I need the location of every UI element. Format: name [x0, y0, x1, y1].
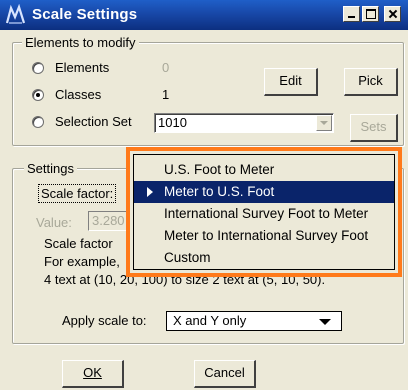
pick-button[interactable]: Pick — [344, 68, 398, 96]
ok-button[interactable]: OK — [62, 360, 124, 388]
elements-label: Elements — [55, 60, 110, 75]
elements-group-legend: Elements to modify — [22, 35, 139, 50]
maximize-button[interactable] — [362, 6, 379, 22]
minimize-button[interactable] — [343, 6, 360, 22]
classes-label: Classes — [55, 87, 102, 102]
dropdown-item-intl-survey-foot-to-meter[interactable]: International Survey Foot to Meter — [134, 203, 394, 225]
window-title: Scale Settings — [32, 6, 138, 23]
elements-count: 0 — [162, 60, 170, 75]
microstation-icon — [5, 4, 26, 24]
apply-scale-label: Apply scale to: — [62, 313, 147, 328]
value-field[interactable]: 3.280 — [88, 211, 128, 231]
settings-group-legend: Settings — [24, 161, 77, 176]
chevron-down-icon[interactable] — [319, 319, 331, 325]
selected-arrow-icon — [147, 187, 153, 197]
dropdown-item-label: Meter to U.S. Foot — [164, 184, 275, 199]
cancel-button[interactable]: Cancel — [194, 360, 256, 388]
selection-set-value: 1010 — [158, 115, 187, 130]
classes-count: 1 — [162, 87, 170, 102]
classes-radio[interactable] — [32, 89, 44, 101]
description-line-1: Scale factor — [44, 236, 113, 251]
chevron-down-icon[interactable] — [316, 115, 332, 131]
selection-set-label: Selection Set — [55, 114, 132, 129]
elements-radio[interactable] — [32, 62, 44, 74]
description-line-2: For example, — [44, 254, 120, 269]
selection-set-combo[interactable]: 1010 — [154, 113, 334, 133]
scale-factor-list: U.S. Foot to Meter Meter to U.S. Foot In… — [133, 154, 395, 270]
close-button[interactable] — [384, 6, 401, 22]
selection-set-radio[interactable] — [32, 116, 44, 128]
scale-factor-label: Scale factor: — [38, 184, 117, 203]
dropdown-item-meter-to-us-foot[interactable]: Meter to U.S. Foot — [134, 181, 394, 203]
value-label: Value: — [36, 215, 72, 230]
dropdown-item-custom[interactable]: Custom — [134, 247, 394, 269]
title-bar[interactable]: Scale Settings — [0, 0, 408, 30]
dropdown-item-meter-to-intl-survey-foot[interactable]: Meter to International Survey Foot — [134, 225, 394, 247]
scale-factor-dropdown: U.S. Foot to Meter Meter to U.S. Foot In… — [126, 147, 402, 277]
value-text: 3.280 — [92, 213, 125, 228]
apply-scale-combo[interactable]: X and Y only — [166, 311, 342, 331]
sets-button[interactable]: Sets — [350, 114, 398, 142]
apply-scale-value: X and Y only — [173, 313, 247, 328]
edit-button[interactable]: Edit — [264, 68, 318, 96]
dropdown-item-us-foot-to-meter[interactable]: U.S. Foot to Meter — [134, 159, 394, 181]
ok-label: OK — [83, 365, 102, 380]
